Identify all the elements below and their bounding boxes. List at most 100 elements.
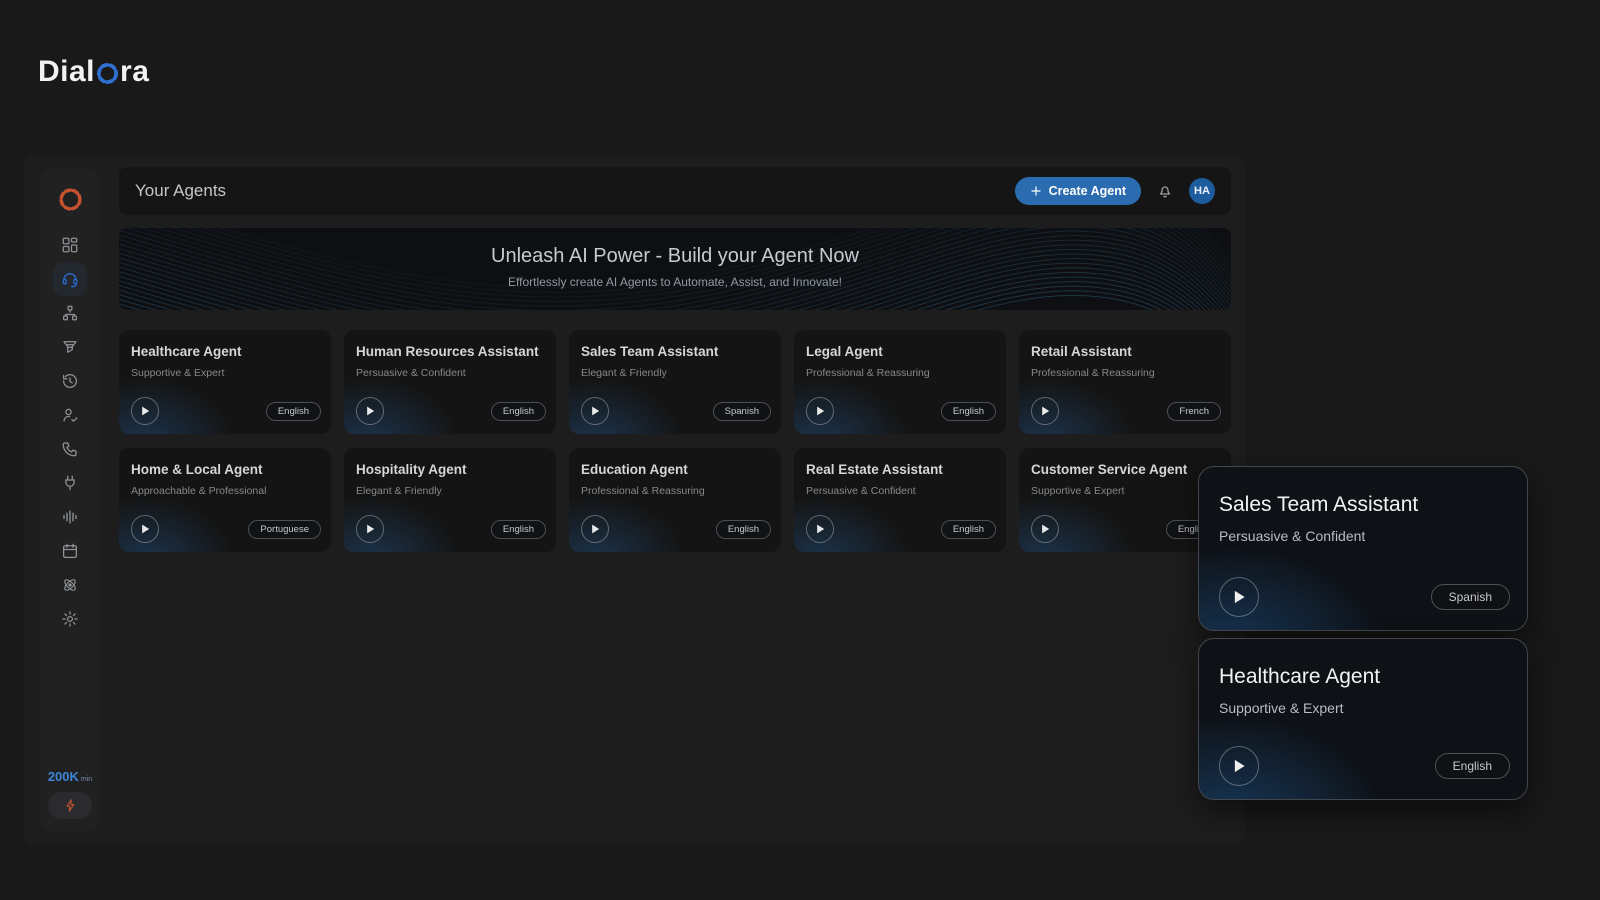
agent-card[interactable]: Human Resources Assistant Persuasive & C… [344,330,556,434]
agent-name: Home & Local Agent [131,462,319,477]
play-button[interactable] [581,515,609,543]
play-button[interactable] [131,515,159,543]
play-icon [1233,759,1246,773]
app-logo-text-left: Dial [38,55,95,89]
language-badge: Spanish [713,402,771,421]
play-button[interactable] [806,397,834,425]
sidebar-item-settings[interactable] [53,602,87,636]
language-badge: English [941,520,996,539]
play-button[interactable] [1219,577,1259,617]
calendar-icon [61,542,79,560]
sidebar-item-integrations[interactable] [53,466,87,500]
play-button[interactable] [806,515,834,543]
overlay-card-sales[interactable]: Sales Team Assistant Persuasive & Confid… [1198,466,1528,631]
usage-minutes: 200Kmin [48,769,92,785]
page-title: Your Agents [135,181,226,201]
phone-icon [61,440,79,458]
language-badge: English [491,402,546,421]
play-icon [141,406,150,416]
lightning-bolt-icon [63,798,78,813]
overlay-agent-name: Healthcare Agent [1219,665,1507,689]
sidebar-item-contacts[interactable] [53,398,87,432]
agent-grid: Healthcare Agent Supportive & Expert Eng… [119,330,1231,552]
create-agent-label: Create Agent [1049,184,1126,198]
agent-name: Healthcare Agent [131,344,319,359]
history-clock-icon [61,372,79,390]
agent-card[interactable]: Real Estate Assistant Persuasive & Confi… [794,448,1006,552]
agent-card[interactable]: Legal Agent Professional & Reassuring En… [794,330,1006,434]
play-button[interactable] [1219,746,1259,786]
agent-tone: Professional & Reassuring [806,367,994,379]
agent-name: Education Agent [581,462,769,477]
headset-icon [61,270,79,288]
notifications-bell-icon[interactable] [1156,182,1174,200]
agent-card[interactable]: Education Agent Professional & Reassurin… [569,448,781,552]
play-icon [816,524,825,534]
agent-card[interactable]: Home & Local Agent Approachable & Profes… [119,448,331,552]
overlay-agent-tone: Supportive & Expert [1219,700,1507,716]
agent-card[interactable]: Sales Team Assistant Elegant & Friendly … [569,330,781,434]
user-avatar[interactable]: HA [1189,178,1215,204]
agent-name: Customer Service Agent [1031,462,1219,477]
usage-amount: 200K [48,769,79,784]
create-agent-button[interactable]: Create Agent [1015,177,1141,205]
play-button[interactable] [356,397,384,425]
play-button[interactable] [1031,397,1059,425]
avatar-initials: HA [1194,185,1210,197]
sidebar-item-calendar[interactable] [53,534,87,568]
sidebar-item-dashboard[interactable] [53,228,87,262]
agent-card[interactable]: Retail Assistant Professional & Reassuri… [1019,330,1231,434]
plus-icon [1030,185,1042,197]
language-badge: English [716,520,771,539]
funnel-icon [61,338,79,356]
play-button[interactable] [356,515,384,543]
agent-tone: Supportive & Expert [131,367,319,379]
play-icon [366,406,375,416]
promo-banner: Unleash AI Power - Build your Agent Now … [119,228,1231,310]
agent-tone: Professional & Reassuring [1031,367,1219,379]
agent-tone: Elegant & Friendly [581,367,769,379]
sidebar-item-funnel[interactable] [53,330,87,364]
language-badge: English [266,402,321,421]
language-badge: Portuguese [248,520,321,539]
sidebar: 200Kmin [40,168,100,832]
agent-tone: Persuasive & Confident [806,485,994,497]
sidebar-item-calls[interactable] [53,432,87,466]
agent-tone: Supportive & Expert [1031,485,1219,497]
agent-card[interactable]: Hospitality Agent Elegant & Friendly Eng… [344,448,556,552]
boost-button[interactable] [48,792,92,819]
sidebar-item-workflow[interactable] [53,296,87,330]
play-button[interactable] [1031,515,1059,543]
banner-title: Unleash AI Power - Build your Agent Now [119,245,1231,268]
agent-tone: Elegant & Friendly [356,485,544,497]
overlay-agent-tone: Persuasive & Confident [1219,528,1507,544]
sidebar-item-voice[interactable] [53,500,87,534]
agent-card[interactable]: Healthcare Agent Supportive & Expert Eng… [119,330,331,434]
language-badge: French [1167,402,1221,421]
play-icon [1041,406,1050,416]
agent-name: Human Resources Assistant [356,344,544,359]
play-icon [591,406,600,416]
play-icon [1233,590,1246,604]
waveform-icon [61,508,79,526]
play-icon [591,524,600,534]
app-logo-text-right: ra [120,55,149,89]
sidebar-item-models[interactable] [53,568,87,602]
play-button[interactable] [131,397,159,425]
usage-unit: min [81,776,92,783]
agent-name: Legal Agent [806,344,994,359]
play-icon [1041,524,1050,534]
overlay-card-healthcare[interactable]: Healthcare Agent Supportive & Expert Eng… [1198,638,1528,800]
play-icon [141,524,150,534]
sidebar-item-history[interactable] [53,364,87,398]
agent-tone: Approachable & Professional [131,485,319,497]
language-badge: English [491,520,546,539]
plug-icon [61,474,79,492]
header-bar: Your Agents Create Agent HA [119,167,1231,215]
app-logo: Dial ra [38,55,149,89]
atom-icon [61,576,79,594]
sidebar-item-agents[interactable] [53,262,87,296]
agent-tone: Persuasive & Confident [356,367,544,379]
language-badge: Spanish [1431,584,1510,610]
play-button[interactable] [581,397,609,425]
